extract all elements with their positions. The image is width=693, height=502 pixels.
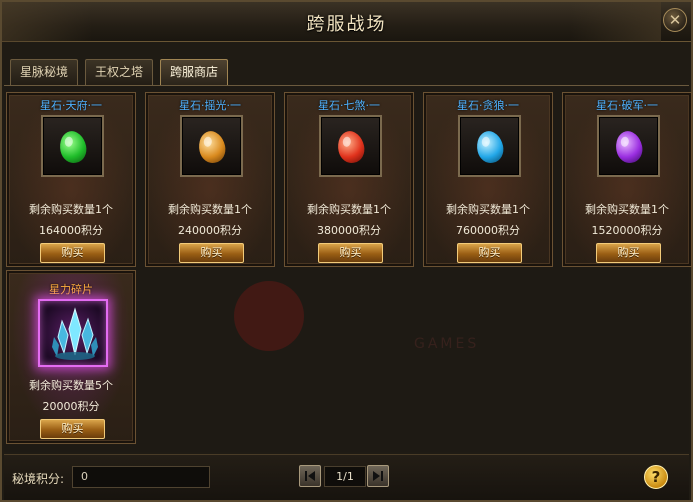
buy-button[interactable]: 购买	[40, 419, 105, 439]
shop-item-card: 星石·摇光·一 剩余购买数量1个 240000积分 购买	[145, 92, 275, 267]
red-gem-icon	[334, 128, 368, 166]
item-slot[interactable]	[38, 299, 108, 367]
previous-page-icon	[305, 471, 315, 481]
item-slot[interactable]	[597, 115, 660, 177]
tab-star-vein-realm[interactable]: 星脉秘境	[10, 59, 78, 85]
item-slot[interactable]	[319, 115, 382, 177]
shop-item-card: 星石·贪狼·一 剩余购买数量1个 760000积分 购买	[423, 92, 553, 267]
remaining-quantity: 剩余购买数量1个	[168, 203, 252, 216]
item-slot[interactable]	[458, 115, 521, 177]
blue-gem-icon	[473, 128, 507, 166]
item-slot[interactable]	[180, 115, 243, 177]
watermark-circle-icon	[234, 281, 304, 351]
buy-button[interactable]: 购买	[457, 243, 522, 263]
shop-item-card: 星力碎片 剩余购买数量5个 20000积分 购买	[6, 270, 136, 444]
page-indicator: 1/1	[324, 466, 366, 487]
item-name: 星力碎片	[49, 283, 93, 296]
tab-royal-tower[interactable]: 王权之塔	[85, 59, 153, 85]
close-button[interactable]: ✕	[663, 8, 687, 32]
secret-realm-points-label: 秘境积分:	[12, 472, 65, 486]
star-shard-crystal-icon	[52, 307, 98, 360]
item-name: 星石·七煞·一	[318, 99, 380, 112]
item-price: 760000积分	[456, 224, 520, 237]
item-name: 星石·天府·一	[40, 99, 102, 112]
next-page-icon	[373, 471, 383, 481]
shop-item-card: 星石·七煞·一 剩余购买数量1个 380000积分 购买	[284, 92, 414, 267]
remaining-quantity: 剩余购买数量1个	[585, 203, 669, 216]
green-gem-icon	[56, 128, 90, 166]
buy-button[interactable]: 购买	[179, 243, 244, 263]
item-name: 星石·破军·一	[596, 99, 658, 112]
window-title: 跨服战场	[306, 14, 387, 35]
item-price: 1520000积分	[591, 224, 663, 237]
next-page-button[interactable]	[367, 465, 389, 487]
cross-server-battlefield-window: 跨服战场 ✕ 星脉秘境 王权之塔 跨服商店 GAMES 星石·天府·一 剩余购买…	[0, 0, 693, 502]
remaining-quantity: 剩余购买数量5个	[29, 379, 113, 392]
buy-button[interactable]: 购买	[40, 243, 105, 263]
buy-button[interactable]: 购买	[596, 243, 661, 263]
previous-page-button[interactable]	[299, 465, 321, 487]
item-price: 380000积分	[317, 224, 381, 237]
buy-button[interactable]: 购买	[318, 243, 383, 263]
remaining-quantity: 剩余购买数量1个	[446, 203, 530, 216]
tab-cross-server-shop[interactable]: 跨服商店	[160, 59, 228, 85]
shop-grid: GAMES 星石·天府·一 剩余购买数量1个 164000积分 购买 星石·摇光…	[4, 86, 692, 452]
secret-realm-points-value: 0	[72, 466, 210, 488]
watermark-text: GAMES	[414, 336, 480, 352]
purple-gem-icon	[612, 128, 646, 166]
remaining-quantity: 剩余购买数量1个	[307, 203, 391, 216]
help-button[interactable]: ?	[644, 465, 668, 489]
item-name: 星石·摇光·一	[179, 99, 241, 112]
shop-item-card: 星石·破军·一 剩余购买数量1个 1520000积分 购买	[562, 92, 692, 267]
item-slot[interactable]	[41, 115, 104, 177]
item-price: 20000积分	[42, 400, 100, 413]
item-price: 240000积分	[178, 224, 242, 237]
title-bar[interactable]: 跨服战场 ✕	[2, 2, 691, 42]
watermark-logo: GAMES	[214, 281, 484, 361]
shop-item-card: 星石·天府·一 剩余购买数量1个 164000积分 购买	[6, 92, 136, 267]
footer-bar: 秘境积分: 0 1/1 ?	[4, 454, 689, 500]
item-price: 164000积分	[39, 224, 103, 237]
orange-gem-icon	[195, 128, 229, 166]
item-name: 星石·贪狼·一	[457, 99, 519, 112]
remaining-quantity: 剩余购买数量1个	[29, 203, 113, 216]
